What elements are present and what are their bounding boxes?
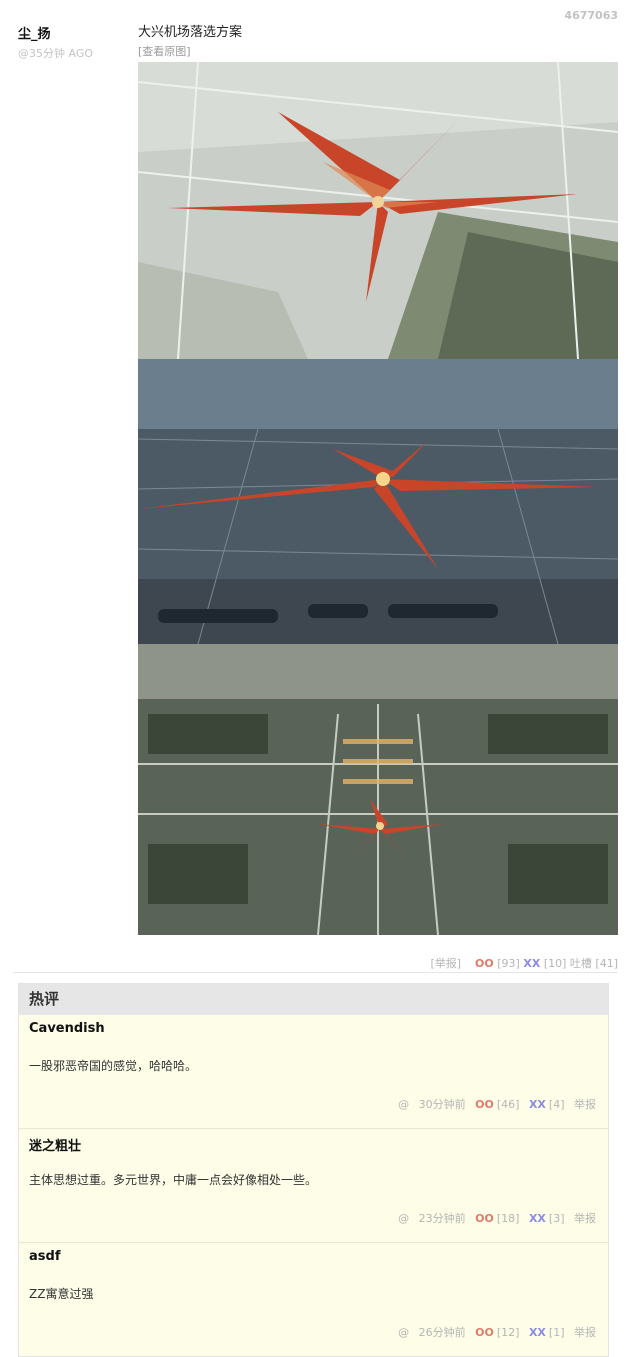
hot-comments-title: 热评 bbox=[19, 984, 608, 1015]
airport-render-night bbox=[138, 644, 618, 935]
divider bbox=[13, 972, 618, 973]
tucao-count: [41] bbox=[595, 957, 618, 970]
airport-render-dusk bbox=[138, 359, 618, 644]
reply-at-link[interactable]: @ bbox=[398, 1212, 409, 1225]
comment-author[interactable]: 迷之粗壮 bbox=[29, 1135, 81, 1154]
comment-text: 一股邪恶帝国的感觉，哈哈哈。 bbox=[29, 1059, 198, 1073]
report-link[interactable]: 举报 bbox=[574, 1212, 596, 1225]
hot-comments-box: 热评 Cavendish 一股邪恶帝国的感觉，哈哈哈。 @ 30分钟前 OO [4… bbox=[18, 983, 609, 1357]
author-name[interactable]: 尘_扬 bbox=[18, 23, 93, 42]
comment-meta: @ 30分钟前 OO [46] XX [4] 举报 bbox=[392, 1096, 596, 1112]
comment-time: 23分钟前 bbox=[418, 1212, 466, 1225]
reply-at-link[interactable]: @ bbox=[398, 1326, 409, 1339]
xx-button[interactable]: XX bbox=[523, 957, 540, 970]
comment-item: 迷之粗壮 主体思想过重。多元世界，中庸一点会好像相处一些。 @ 23分钟前 OO… bbox=[19, 1129, 608, 1243]
report-link[interactable]: 举报 bbox=[574, 1098, 596, 1111]
report-link[interactable]: 举报 bbox=[574, 1326, 596, 1339]
airport-render-day bbox=[138, 62, 618, 359]
comment-time: 26分钟前 bbox=[418, 1326, 466, 1339]
xx-count: [1] bbox=[548, 1326, 565, 1339]
comment-author[interactable]: Cavendish bbox=[29, 1021, 105, 1036]
comment-item: Cavendish 一股邪恶帝国的感觉，哈哈哈。 @ 30分钟前 OO [46] … bbox=[19, 1015, 608, 1129]
oo-button[interactable]: OO bbox=[475, 957, 494, 970]
comment-text: 主体思想过重。多元世界，中庸一点会好像相处一些。 bbox=[29, 1173, 318, 1187]
comment-text: ZZ寓意过强 bbox=[29, 1287, 94, 1301]
comment-meta: @ 23分钟前 OO [18] XX [3] 举报 bbox=[392, 1210, 596, 1226]
tucao-link[interactable]: 吐槽 bbox=[570, 957, 592, 970]
xx-count: [4] bbox=[548, 1098, 565, 1111]
view-original-link[interactable]: [查看原图] bbox=[138, 43, 191, 59]
xx-button[interactable]: XX bbox=[529, 1212, 546, 1225]
oo-count: [12] bbox=[496, 1326, 520, 1339]
oo-button[interactable]: OO bbox=[475, 1326, 494, 1339]
xx-button[interactable]: XX bbox=[529, 1098, 546, 1111]
report-link[interactable]: [举报] bbox=[430, 957, 461, 970]
post-title: 大兴机场落选方案 bbox=[138, 25, 243, 40]
post-time: @35分钟 AGO bbox=[18, 47, 94, 60]
xx-button[interactable]: XX bbox=[529, 1326, 546, 1339]
oo-button[interactable]: OO bbox=[475, 1212, 494, 1225]
xx-count: [3] bbox=[548, 1212, 565, 1225]
post-footer: [举报] OO [93] XX [10] 吐槽 [41] bbox=[430, 955, 618, 971]
post-image[interactable] bbox=[138, 62, 618, 935]
post-author-block: 尘_扬 @35分钟 AGO bbox=[18, 23, 93, 61]
comment-meta: @ 26分钟前 OO [12] XX [1] 举报 bbox=[392, 1324, 596, 1340]
comment-author[interactable]: asdf bbox=[29, 1249, 60, 1264]
reply-at-link[interactable]: @ bbox=[398, 1098, 409, 1111]
comment-item: asdf ZZ寓意过强 @ 26分钟前 OO [12] XX [1] 举报 bbox=[19, 1243, 608, 1356]
oo-button[interactable]: OO bbox=[475, 1098, 494, 1111]
comment-time: 30分钟前 bbox=[418, 1098, 466, 1111]
oo-count: [93] bbox=[497, 957, 520, 970]
oo-count: [46] bbox=[496, 1098, 520, 1111]
oo-count: [18] bbox=[496, 1212, 520, 1225]
xx-count: [10] bbox=[543, 957, 567, 970]
post-id: 4677063 bbox=[564, 9, 618, 22]
